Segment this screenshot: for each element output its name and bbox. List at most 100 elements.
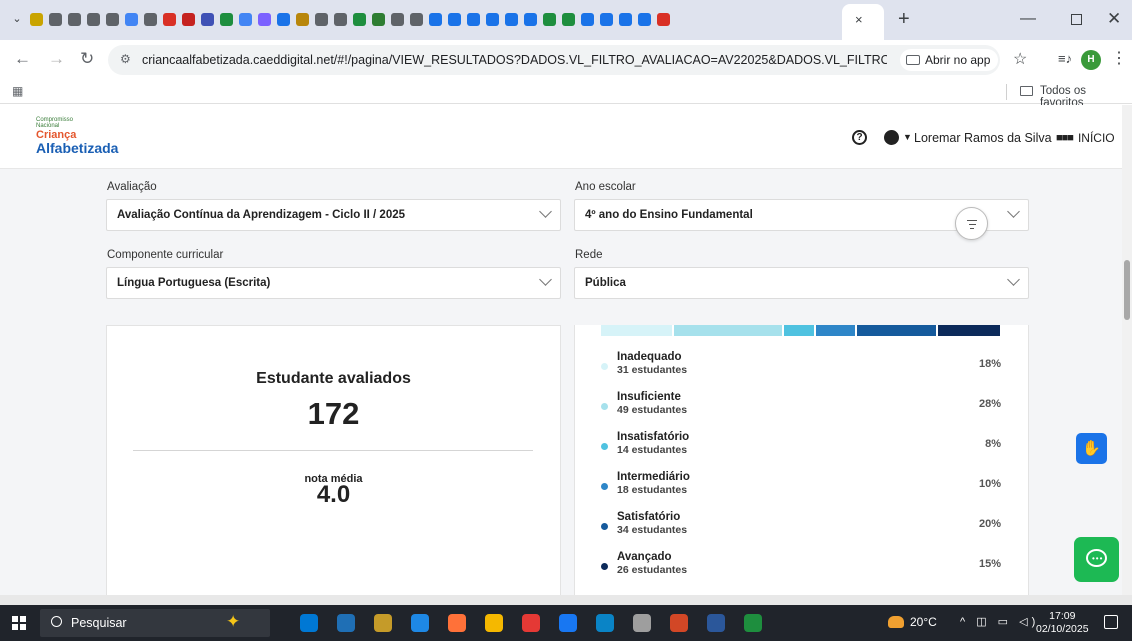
new-tab-button[interactable]: + [898, 8, 910, 31]
taskbar-app-icon[interactable] [337, 614, 355, 632]
tab-favicon-icon[interactable] [277, 13, 290, 26]
profile-avatar[interactable]: H [1081, 50, 1101, 70]
tab-close-icon[interactable]: × [855, 12, 863, 27]
tab-favicon-icon[interactable] [182, 13, 195, 26]
tab-favicon-icon[interactable] [201, 13, 214, 26]
horizontal-scrollbar[interactable] [0, 595, 1132, 605]
vertical-scrollbar[interactable] [1122, 105, 1132, 595]
help-icon[interactable]: ? [852, 130, 867, 145]
tab-favicon-icon[interactable] [334, 13, 347, 26]
scrollbar-thumb[interactable] [1124, 260, 1130, 320]
taskbar-app-icon[interactable] [596, 614, 614, 632]
tab-favicon-icon[interactable] [239, 13, 252, 26]
weather-widget[interactable]: 20°C [888, 615, 937, 629]
window-close-button[interactable]: ✕ [1107, 9, 1121, 29]
tab-favicon-icon[interactable] [87, 13, 100, 26]
tab-favicon-icon[interactable] [486, 13, 499, 26]
card-divider [133, 450, 533, 451]
browser-menu-icon[interactable]: ⋮ [1111, 48, 1127, 68]
taskbar-app-icon[interactable] [448, 614, 466, 632]
apps-grid-icon[interactable]: ▦ [12, 84, 23, 98]
tab-favicon-icon[interactable] [524, 13, 537, 26]
taskbar-clock[interactable]: 17:09 02/10/2025 [1036, 610, 1089, 636]
url-text[interactable]: criancaalfabetizada.caeddigital.net/#!/p… [142, 53, 887, 67]
bookmark-star-icon[interactable]: ☆ [1013, 49, 1027, 69]
home-link[interactable]: ■■■ INÍCIO [1056, 131, 1115, 145]
tab-favicon-icon[interactable] [163, 13, 176, 26]
notifications-icon[interactable] [1104, 615, 1118, 629]
app-window-icon [906, 55, 920, 65]
user-icon[interactable] [884, 130, 899, 145]
proficiency-level-row: Insatisfatório 14 estudantes 8% [601, 431, 1001, 471]
user-name[interactable]: Loremar Ramos da Silva [914, 131, 1052, 145]
proficiency-level-row: Inadequado 31 estudantes 18% [601, 351, 1001, 391]
tab-favicon-icon[interactable] [619, 13, 632, 26]
tab-favicon-icon[interactable] [144, 13, 157, 26]
taskbar-app-icon[interactable] [707, 614, 725, 632]
address-bar[interactable]: ⚙ criancaalfabetizada.caeddigital.net/#!… [108, 45, 1000, 75]
tab-favicon-icon[interactable] [581, 13, 594, 26]
taskbar-app-icon[interactable] [411, 614, 429, 632]
reload-icon[interactable]: ↻ [80, 49, 94, 69]
taskbar-app-icon[interactable] [522, 614, 540, 632]
taskbar-app-icon[interactable] [559, 614, 577, 632]
tab-favicon-icon[interactable] [30, 13, 43, 26]
copilot-sparkle-icon[interactable]: ✦ [226, 612, 240, 632]
tab-favicon-icon[interactable] [410, 13, 423, 26]
proficiency-bar-segment [674, 325, 782, 336]
tab-favicon-icon[interactable] [49, 13, 62, 26]
tab-favicon-icon[interactable] [296, 13, 309, 26]
taskbar-app-icon[interactable] [633, 614, 651, 632]
tab-favicon-icon[interactable] [600, 13, 613, 26]
tab-favicon-icon[interactable] [467, 13, 480, 26]
componente-select[interactable]: Língua Portuguesa (Escrita) [106, 267, 561, 299]
site-header: Compromisso Nacional Criança Alfabetizad… [0, 105, 1122, 169]
taskbar-app-icon[interactable] [374, 614, 392, 632]
site-logo[interactable]: Compromisso Nacional Criança Alfabetizad… [36, 117, 118, 155]
tab-favicon-icon[interactable] [372, 13, 385, 26]
chat-button[interactable]: ••• [1074, 537, 1119, 582]
tab-favicon-icon[interactable] [657, 13, 670, 26]
tab-favicon-icon[interactable] [220, 13, 233, 26]
tab-favicon-icon[interactable] [106, 13, 119, 26]
tab-favicon-icon[interactable] [505, 13, 518, 26]
site-info-icon[interactable]: ⚙ [120, 52, 131, 66]
back-arrow-icon[interactable]: ← [14, 49, 31, 69]
folder-icon[interactable] [1020, 86, 1033, 96]
level-student-count: 49 estudantes [617, 404, 688, 416]
tab-favicon-icon[interactable] [638, 13, 651, 26]
temperature: 20°C [910, 615, 937, 629]
tab-favicon-icon[interactable] [429, 13, 442, 26]
level-name: Intermediário [617, 471, 690, 483]
rede-select[interactable]: Pública [574, 267, 1029, 299]
open-in-app-button[interactable]: Abrir no app [900, 49, 999, 71]
tab-favicon-icon[interactable] [315, 13, 328, 26]
tab-favicon-icon[interactable] [391, 13, 404, 26]
forward-arrow-icon[interactable]: → [48, 49, 65, 69]
tab-search-dropdown-icon[interactable]: ⌄ [8, 10, 26, 28]
tab-favicon-icon[interactable] [258, 13, 271, 26]
window-minimize-button[interactable]: — [1020, 10, 1036, 28]
caret-down-icon[interactable]: ▼ [903, 132, 912, 142]
level-dot-icon [601, 443, 608, 450]
tab-favicon-icon[interactable] [68, 13, 81, 26]
active-tab[interactable] [842, 4, 884, 40]
windows-start-icon[interactable] [12, 616, 26, 630]
tab-favicon-icon[interactable] [353, 13, 366, 26]
taskbar-app-icon[interactable] [744, 614, 762, 632]
proficiency-bar-segment [938, 325, 1000, 336]
tab-favicon-icon[interactable] [448, 13, 461, 26]
media-controls-icon[interactable]: ≡♪ [1058, 51, 1072, 66]
tab-favicon-icon[interactable] [125, 13, 138, 26]
taskbar-app-icon[interactable] [300, 614, 318, 632]
avaliacao-select[interactable]: Avaliação Contínua da Aprendizagem - Cic… [106, 199, 561, 231]
accessibility-sign-language-button[interactable]: ✋ [1076, 433, 1107, 464]
window-maximize-button[interactable] [1071, 14, 1082, 25]
tab-favicon-icon[interactable] [562, 13, 575, 26]
tab-favicon-icon[interactable] [543, 13, 556, 26]
system-tray-icons[interactable]: ^ ◫ ▭ ◁) [960, 615, 1039, 628]
filter-toggle-button[interactable] [955, 207, 988, 240]
taskbar-app-icon[interactable] [485, 614, 503, 632]
taskbar-app-icon[interactable] [670, 614, 688, 632]
level-student-count: 34 estudantes [617, 524, 688, 536]
